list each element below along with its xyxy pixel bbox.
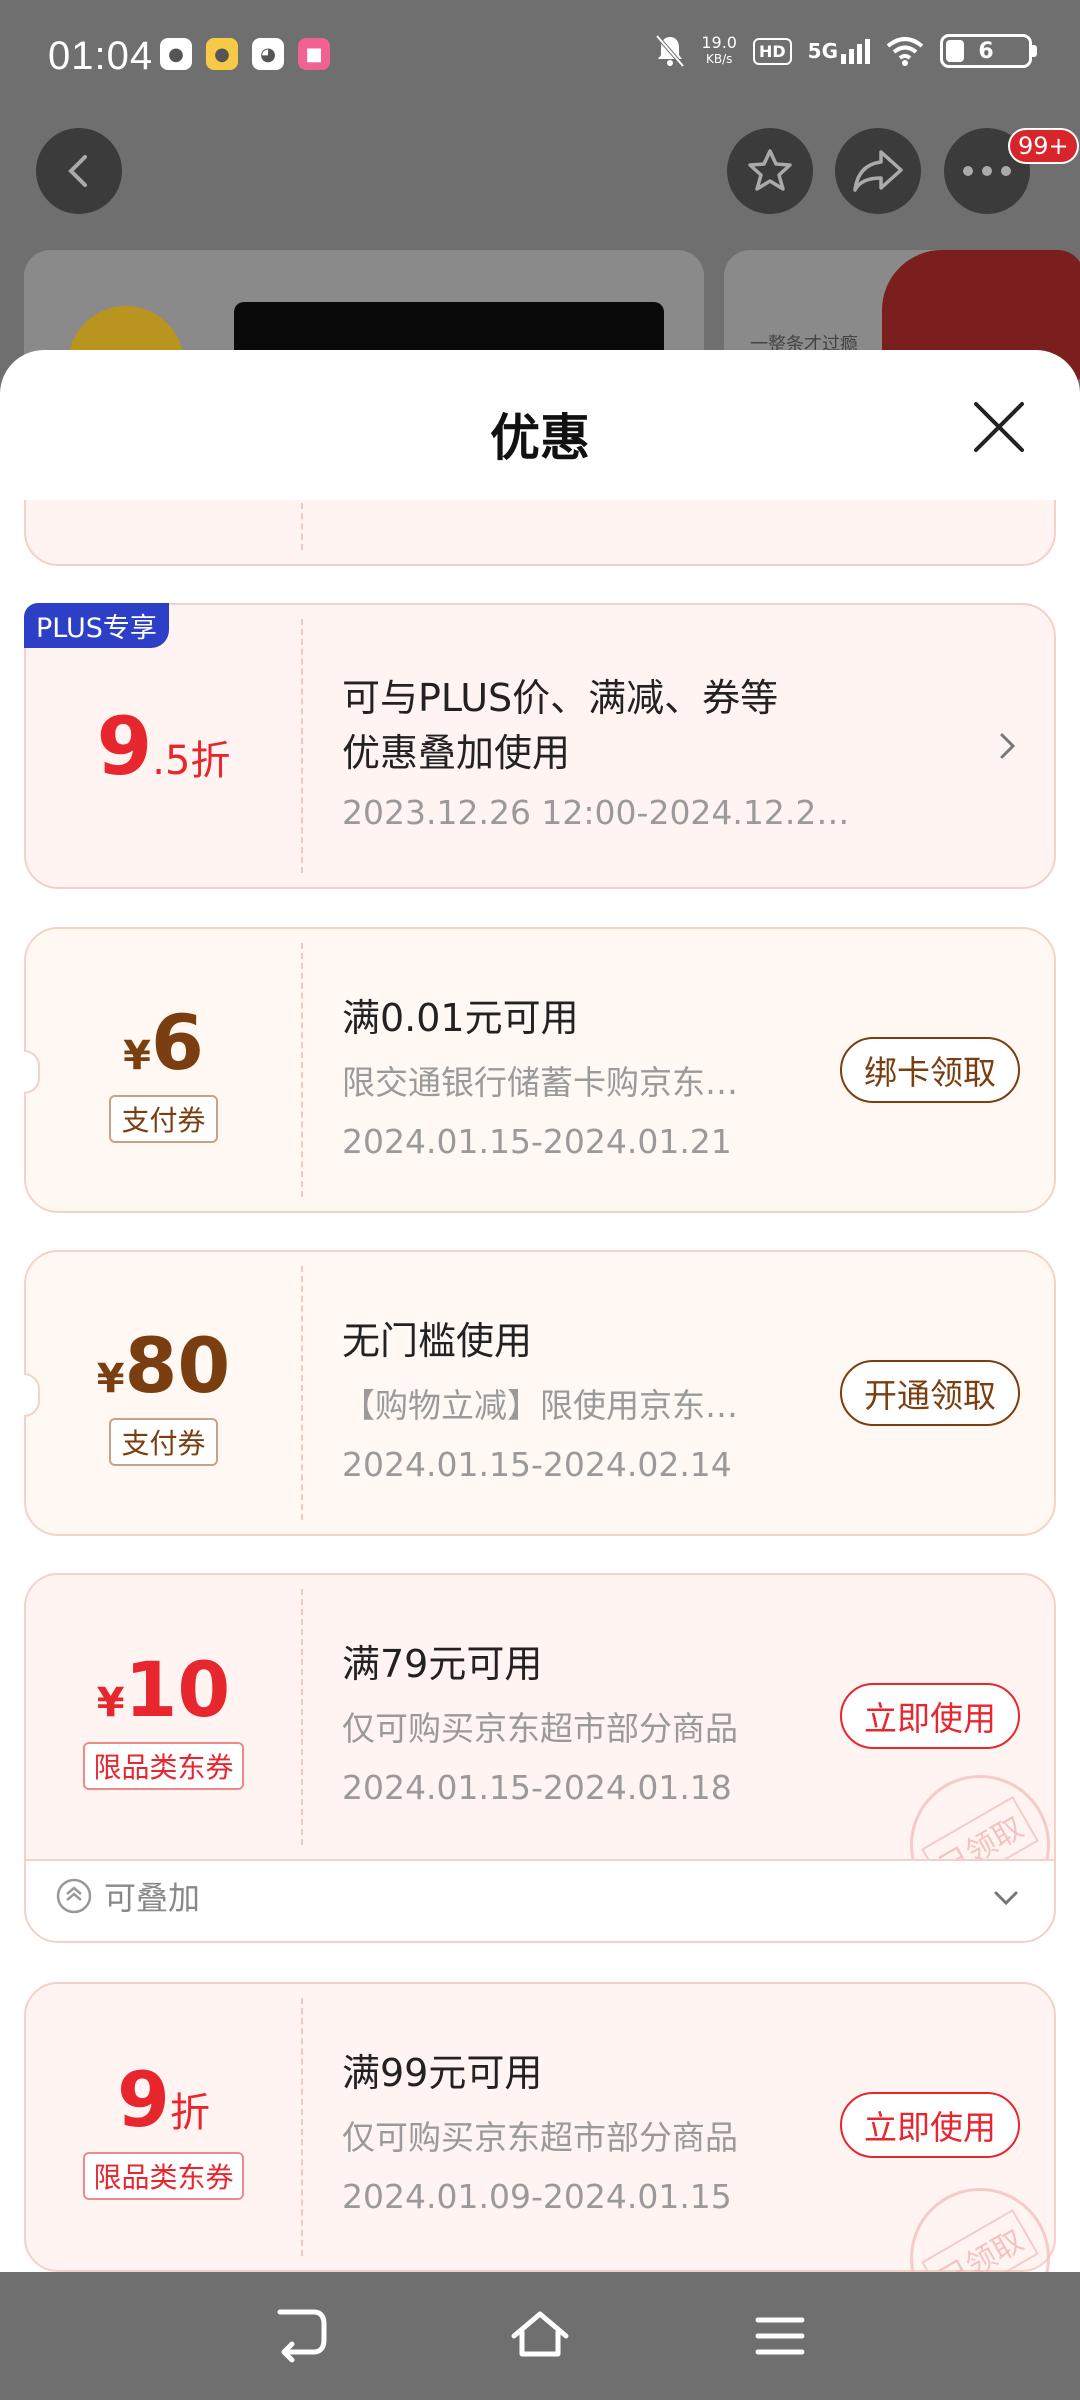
coupon-value: 9 .5折 bbox=[26, 605, 301, 887]
coupon-value: ¥ 10 限品类东券 bbox=[26, 1575, 301, 1859]
system-nav-bar bbox=[0, 2272, 1080, 2400]
network-speed-unit: KB/s bbox=[705, 52, 733, 66]
coupon-amount: 80 bbox=[124, 1320, 231, 1410]
stackable-label: 可叠加 bbox=[104, 1879, 201, 1917]
back-nav-icon[interactable] bbox=[270, 2308, 330, 2364]
app-notification-icon: ■ bbox=[298, 38, 330, 70]
coupon-date: 2024.01.15-2024.01.18 bbox=[342, 1768, 732, 1807]
coupon-title-line2: 优惠叠加使用 bbox=[342, 731, 571, 775]
star-icon bbox=[748, 149, 792, 191]
claimed-stamp: 已领取 bbox=[910, 1775, 1050, 1859]
coupon-type-tag: 支付券 bbox=[109, 1094, 218, 1143]
coupon-type-tag: 限品类东券 bbox=[83, 1741, 244, 1790]
sheet-title: 优惠 bbox=[490, 409, 590, 467]
currency-symbol: ¥ bbox=[96, 1679, 125, 1726]
coupon-card-pay-80: ¥ 80 支付券 无门槛使用 【购物立减】限使用京东… 2024.01.15-2… bbox=[24, 1250, 1056, 1536]
offers-sheet: 优惠 PLUS专享 9 .5折 可与PLUS价、满减、券等 优惠叠加使用 202… bbox=[0, 350, 1080, 2272]
menu-icon[interactable] bbox=[750, 2308, 810, 2364]
coupon-title: 满0.01元可用 bbox=[342, 996, 579, 1040]
coupon-date: 2024.01.09-2024.01.15 bbox=[342, 2177, 732, 2216]
more-dots-icon bbox=[963, 166, 1011, 176]
chevron-down-icon[interactable] bbox=[992, 1889, 1020, 1907]
chevron-right-icon bbox=[1000, 733, 1016, 759]
coupon-amount: 10 bbox=[124, 1644, 231, 1734]
discount-suffix: .5折 bbox=[152, 737, 231, 784]
coupon-date: 2024.01.15-2024.01.21 bbox=[342, 1122, 732, 1161]
app-notification-icon: ● bbox=[160, 38, 192, 70]
discount-main: 9 bbox=[117, 2054, 170, 2144]
coupon-date: 2024.01.15-2024.02.14 bbox=[342, 1445, 732, 1484]
claimed-stamp: 已领取 bbox=[910, 2188, 1050, 2272]
battery-level: 6 bbox=[978, 38, 994, 64]
coupon-condition: 仅可购买京东超市部分商品 bbox=[342, 1709, 738, 1748]
coupon-date: 2023.12.26 12:00-2024.12.2… bbox=[342, 793, 850, 832]
coupon-title: 满99元可用 bbox=[342, 2051, 543, 2095]
claimed-stamp-text: 已领取 bbox=[921, 2208, 1039, 2272]
coupon-condition: 限交通银行储蓄卡购京东… bbox=[342, 1063, 738, 1102]
coupon-list[interactable]: PLUS专享 9 .5折 可与PLUS价、满减、券等 优惠叠加使用 2023.1… bbox=[0, 500, 1080, 2272]
activate-claim-button[interactable]: 开通领取 bbox=[840, 1360, 1020, 1426]
back-button[interactable] bbox=[36, 128, 122, 214]
use-now-button[interactable]: 立即使用 bbox=[840, 2092, 1020, 2158]
coupon-value: ¥ 6 支付券 bbox=[26, 929, 301, 1211]
currency-symbol: ¥ bbox=[123, 1032, 151, 1079]
app-notification-icon: ● bbox=[206, 38, 238, 70]
coupon-card-pay-6: ¥ 6 支付券 满0.01元可用 限交通银行储蓄卡购京东… 2024.01.15… bbox=[24, 927, 1056, 1213]
chevron-left-icon bbox=[68, 155, 87, 187]
share-button[interactable] bbox=[835, 128, 921, 214]
qq-icon: ◕ bbox=[252, 38, 284, 70]
coupon-condition: 仅可购买京东超市部分商品 bbox=[342, 2118, 738, 2157]
notification-icons: ● ● ◕ ■ bbox=[160, 38, 330, 70]
share-icon bbox=[853, 150, 903, 192]
discount-main: 9 bbox=[96, 699, 153, 793]
coupon-condition: 【购物立减】限使用京东… bbox=[342, 1386, 738, 1425]
use-now-button[interactable]: 立即使用 bbox=[840, 1683, 1020, 1749]
coupon-card-9-discount: 9 折 限品类东券 满99元可用 仅可购买京东超市部分商品 2024.01.09… bbox=[24, 1982, 1056, 2272]
message-count-badge: 99+ bbox=[1008, 128, 1079, 164]
coupon-type-tag: 限品类东券 bbox=[83, 2151, 244, 2200]
stackable-row[interactable]: 可叠加 bbox=[56, 1873, 200, 1919]
discount-suffix: 折 bbox=[169, 2089, 210, 2136]
home-icon[interactable] bbox=[510, 2308, 570, 2364]
coupon-type-tag: 支付券 bbox=[109, 1417, 218, 1466]
bind-card-claim-button[interactable]: 绑卡领取 bbox=[840, 1037, 1020, 1103]
close-button[interactable] bbox=[970, 398, 1028, 456]
coupon-value: ¥ 80 支付券 bbox=[26, 1252, 301, 1534]
mute-bell-icon bbox=[655, 34, 685, 68]
wifi-icon bbox=[886, 37, 924, 66]
signal-icon: 5G bbox=[807, 38, 870, 64]
status-bar: 01:04 ● ● ◕ ■ 19.0 KB/s HD 5G 6 bbox=[0, 0, 1080, 118]
coupon-title: 无门槛使用 bbox=[342, 1319, 533, 1363]
favorite-button[interactable] bbox=[727, 128, 813, 214]
coupon-card-partial bbox=[24, 500, 1056, 566]
coupon-card-plus[interactable]: PLUS专享 9 .5折 可与PLUS价、满减、券等 优惠叠加使用 2023.1… bbox=[24, 603, 1056, 889]
coupon-value: 9 折 限品类东券 bbox=[26, 1984, 301, 2270]
network-speed-value: 19.0 bbox=[701, 33, 737, 52]
hd-indicator: HD bbox=[752, 37, 792, 65]
currency-symbol: ¥ bbox=[96, 1355, 125, 1402]
coupon-card-10: ¥ 10 限品类东券 满79元可用 仅可购买京东超市部分商品 2024.01.1… bbox=[24, 1573, 1056, 1943]
stack-icon bbox=[56, 1878, 92, 1914]
battery-icon: 6 bbox=[940, 34, 1037, 68]
claimed-stamp-text: 已领取 bbox=[921, 1795, 1039, 1859]
status-time: 01:04 bbox=[48, 34, 154, 78]
coupon-amount: 6 bbox=[150, 997, 204, 1087]
network-type: 5G bbox=[807, 38, 838, 63]
coupon-title-line1: 可与PLUS价、满减、券等 bbox=[342, 676, 779, 720]
coupon-title: 满79元可用 bbox=[342, 1642, 543, 1686]
close-icon bbox=[974, 402, 1024, 452]
network-speed: 19.0 KB/s bbox=[701, 35, 737, 67]
